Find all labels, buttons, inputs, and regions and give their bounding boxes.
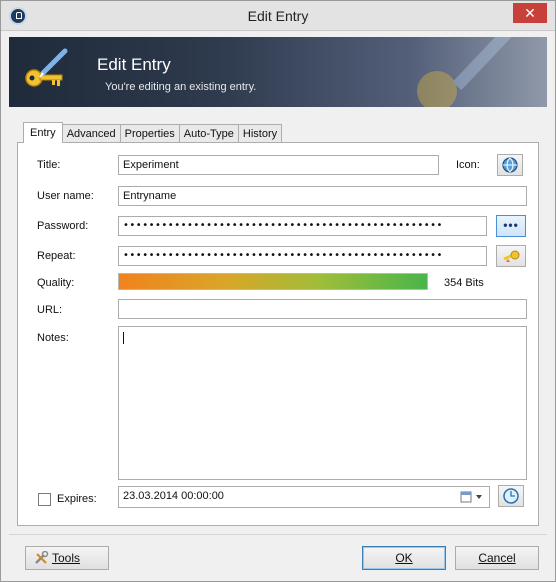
banner-watermark-icon — [417, 37, 512, 107]
password-quality-bar — [118, 273, 428, 290]
tab-advanced[interactable]: Advanced — [61, 124, 121, 143]
repeat-password-field[interactable]: ••••••••••••••••••••••••••••••••••••••••… — [118, 246, 487, 266]
title-label: Title: — [37, 159, 61, 171]
tab-history[interactable]: History — [237, 124, 283, 143]
expiry-date-field[interactable]: 23.03.2014 00:00:00 — [118, 486, 490, 508]
password-field[interactable]: ••••••••••••••••••••••••••••••••••••••••… — [118, 216, 487, 236]
bottom-separator — [9, 534, 547, 535]
icon-label: Icon: — [456, 159, 480, 171]
expires-checkbox[interactable] — [38, 493, 51, 506]
repeat-label: Repeat: — [37, 250, 76, 262]
username-field[interactable]: Entryname — [118, 186, 527, 206]
notes-textarea[interactable] — [118, 326, 527, 480]
close-button[interactable]: ✕ — [513, 3, 547, 23]
icon-picker-button[interactable] — [497, 154, 523, 176]
expiry-date-value: 23.03.2014 00:00:00 — [123, 490, 224, 502]
banner: Edit Entry You're editing an existing en… — [9, 37, 547, 107]
cancel-button[interactable]: Cancel — [455, 546, 539, 570]
ok-button-label: OK — [395, 551, 413, 565]
tools-button[interactable]: Tools — [25, 546, 109, 570]
banner-title: Edit Entry — [97, 55, 171, 74]
tab-entry[interactable]: Entry — [23, 122, 63, 143]
expiry-presets-button[interactable] — [498, 485, 524, 507]
title-field[interactable]: Experiment — [118, 155, 439, 175]
key-pen-icon — [25, 48, 68, 87]
tab-auto-type[interactable]: Auto-Type — [178, 124, 239, 143]
calendar-dropdown-icon[interactable] — [459, 490, 485, 504]
cancel-button-label: Cancel — [478, 551, 516, 565]
edit-entry-dialog: Edit Entry ✕ Edit Entry You're editing a… — [0, 0, 556, 582]
window-title: Edit Entry — [247, 8, 309, 24]
ok-button[interactable]: OK — [362, 546, 446, 570]
password-label: Password: — [37, 220, 89, 232]
tab-properties[interactable]: Properties — [119, 124, 180, 143]
clock-icon — [503, 488, 519, 504]
username-label: User name: — [37, 190, 94, 202]
notes-label: Notes: — [37, 332, 69, 344]
quality-bits: 354 Bits — [444, 277, 484, 289]
tools-icon — [35, 551, 49, 564]
expires-label[interactable]: Expires: — [57, 493, 97, 505]
text-caret — [123, 332, 124, 344]
show-password-button[interactable]: ••• — [496, 215, 526, 237]
show-password-dots-icon: ••• — [503, 218, 519, 232]
title-bar: Edit Entry ✕ — [1, 1, 555, 31]
password-generator-button[interactable] — [496, 245, 526, 267]
tab-strip: Entry Advanced Properties Auto-Type Hist… — [23, 122, 283, 143]
tools-button-label: Tools — [52, 551, 81, 565]
url-field[interactable] — [118, 299, 527, 319]
key-generator-icon — [503, 250, 520, 262]
url-label: URL: — [37, 304, 63, 316]
banner-subtitle: You're editing an existing entry. — [105, 81, 257, 93]
globe-icon — [502, 157, 518, 173]
quality-label: Quality: — [37, 277, 75, 289]
